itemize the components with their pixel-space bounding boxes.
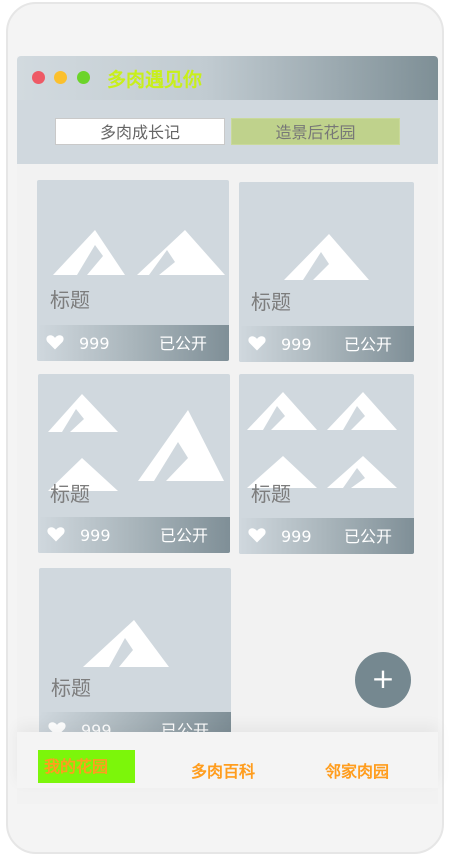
plus-icon: + [371,662,395,695]
app-title: 多肉遇见你 [107,69,203,91]
title-bar: 多肉遇见你 [17,56,438,100]
visibility-status: 已公开 [343,335,392,354]
add-post-button[interactable]: + [355,652,411,708]
heart-icon[interactable] [247,333,267,353]
post-card[interactable]: 标题 999 已公开 [239,182,414,362]
post-card[interactable]: 标题 999 已公开 [37,180,229,361]
like-count: 999 [79,334,110,353]
like-count: 999 [281,527,312,546]
card-title: 标题 [251,290,291,314]
maximize-window-button[interactable] [77,71,90,84]
card-footer: 999 已公开 [37,325,229,361]
close-window-button[interactable] [32,71,45,84]
app-window: 多肉遇见你 多肉成长记 造景后花园 标题 999 已公开 标题 999 已公开 … [17,56,438,804]
visibility-status: 已公开 [158,334,207,353]
post-card[interactable]: 标题 999 已公开 [38,374,230,553]
heart-icon[interactable] [46,524,66,544]
post-card[interactable]: 标题 999 已公开 [39,568,231,748]
card-title: 标题 [51,676,91,700]
card-title: 标题 [251,482,291,506]
tab-bar: 多肉成长记 造景后花园 [17,100,438,164]
like-count: 999 [80,526,111,545]
card-footer: 999 已公开 [239,326,414,362]
visibility-status: 已公开 [159,526,208,545]
bottom-nav: 我的花园 多肉百科 邻家肉园 [17,732,438,788]
post-card[interactable]: 标题 999 已公开 [239,374,414,554]
nav-neighbor-garden[interactable]: 邻家肉园 [325,758,389,782]
minimize-window-button[interactable] [54,71,67,84]
card-title: 标题 [50,482,90,506]
card-footer: 999 已公开 [38,517,230,553]
card-grid: 标题 999 已公开 标题 999 已公开 标题 999 已公开 标题 999 … [17,164,438,748]
like-count: 999 [281,335,312,354]
heart-icon[interactable] [45,332,65,352]
visibility-status: 已公开 [343,527,392,546]
tab-landscape-garden[interactable]: 造景后花园 [231,118,400,145]
card-footer: 999 已公开 [239,518,414,554]
tab-growth-diary[interactable]: 多肉成长记 [55,118,225,145]
card-title: 标题 [50,288,90,312]
nav-succulent-encyclopedia[interactable]: 多肉百科 [191,758,255,782]
heart-icon[interactable] [247,525,267,545]
nav-my-garden[interactable]: 我的花园 [38,750,135,783]
